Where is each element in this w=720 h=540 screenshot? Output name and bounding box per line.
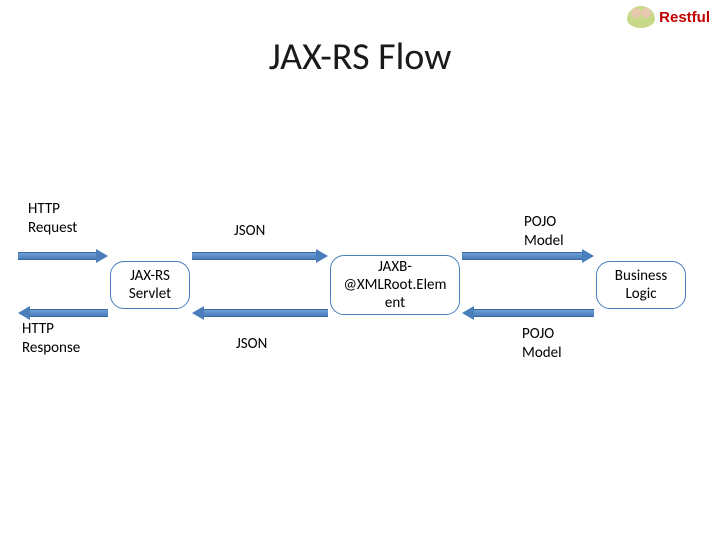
label-json-bottom: JSON: [236, 335, 267, 354]
node-business-logic: Business Logic: [596, 261, 686, 309]
people-icon: [627, 6, 655, 28]
label-pojo-bottom: POJO Model: [522, 325, 562, 363]
label-http-response: HTTP Response: [22, 320, 80, 358]
label-http-request: HTTP Request: [28, 200, 77, 238]
arrow-jaxb-to-logic: [462, 249, 594, 263]
arrow-request-to-servlet: [18, 249, 108, 263]
arrow-servlet-to-response: [18, 306, 108, 320]
page-title: JAX-RS Flow: [0, 34, 720, 80]
header-badge: Restful: [627, 6, 710, 28]
node-jaxrs-servlet: JAX-RS Servlet: [110, 261, 190, 309]
node-jaxb: JAXB- @XMLRoot.Elem ent: [330, 255, 460, 315]
arrow-jaxb-to-servlet: [192, 306, 328, 320]
arrow-servlet-to-jaxb: [192, 249, 328, 263]
badge-label: Restful: [659, 9, 710, 26]
label-pojo-top: POJO Model: [524, 213, 564, 251]
arrow-logic-to-jaxb: [462, 306, 594, 320]
label-json-top: JSON: [234, 222, 265, 241]
